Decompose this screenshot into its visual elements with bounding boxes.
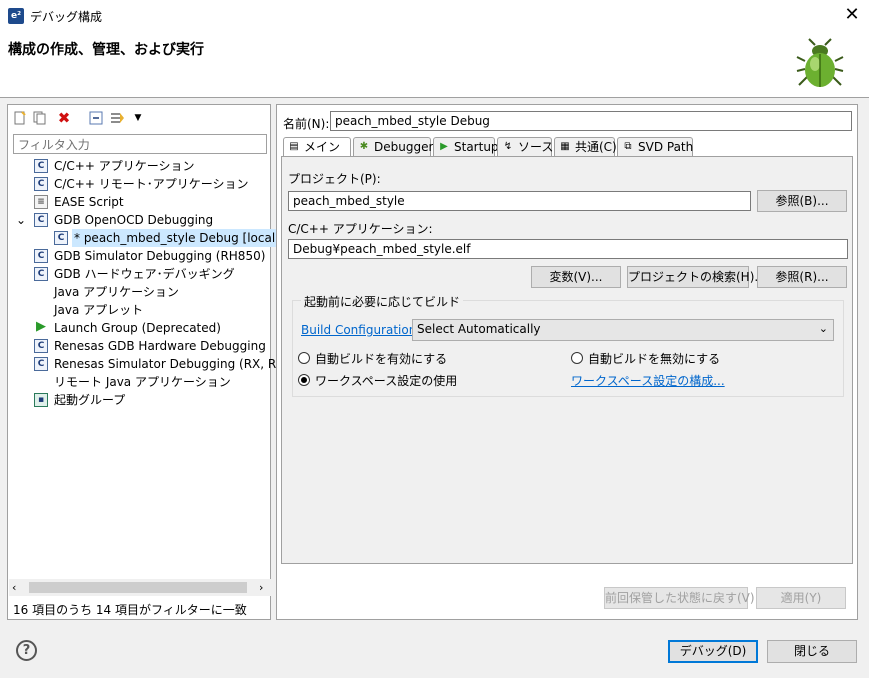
radio-use-workspace[interactable] xyxy=(298,374,310,386)
tab-label: 共通(C) xyxy=(575,140,617,154)
close-window-button[interactable]: ✕ xyxy=(838,2,866,28)
name-field[interactable]: peach_mbed_style Debug xyxy=(330,111,852,131)
tab-bar: ▤ メイン ✱ Debugger ▶ Startup ↯ ソース ▦ 共通(C)… xyxy=(281,137,853,158)
radio-disable-label: 自動ビルドを無効にする xyxy=(588,352,721,366)
tab-startup[interactable]: ▶ Startup xyxy=(433,137,499,157)
c-remote-icon: C xyxy=(34,177,48,191)
tab-label: Debugger xyxy=(374,140,434,154)
bug-tab-icon: ✱ xyxy=(359,141,369,152)
delete-icon[interactable]: ✖ xyxy=(56,109,72,127)
tab-label: メイン xyxy=(304,140,341,154)
duplicate-icon[interactable] xyxy=(32,110,48,126)
main-tab-icon: ▤ xyxy=(289,141,299,152)
radio-disable-autobuild[interactable] xyxy=(571,352,583,364)
bug-icon xyxy=(796,38,844,87)
search-project-button[interactable]: プロジェクトの検索(H)... xyxy=(627,266,766,288)
play-icon: ▶ xyxy=(440,141,448,152)
title-bar: e² デバッグ構成 ✕ xyxy=(0,0,869,31)
tab-debugger[interactable]: ✱ Debugger xyxy=(353,137,434,157)
config-editor-panel: 名前(N): peach_mbed_style Debug ▤ メイン ✱ De… xyxy=(276,104,858,620)
c-hw-icon: C xyxy=(34,339,48,353)
config-list-panel: ✖ ▼ フィルタ入力 C C/C++ アプリケーション C C/C++ リモート… xyxy=(7,104,303,620)
debug-button[interactable]: デバッグ(D) xyxy=(668,640,758,663)
dialog-banner: 構成の作成、管理、および実行 xyxy=(0,31,869,98)
config-tree: C C/C++ アプリケーション C C/C++ リモート･アプリケーション ≡… xyxy=(8,157,303,577)
help-icon[interactable]: ? xyxy=(16,640,37,661)
main-tab-content: プロジェクト(P): peach_mbed_style 参照(B)... C/C… xyxy=(281,156,853,564)
launch-group2-icon: ▪ xyxy=(34,393,48,407)
filter-status: 16 項目のうち 14 項目がフィルターに一致 xyxy=(13,603,247,617)
script-icon: ≡ xyxy=(34,195,48,209)
filter-icon[interactable] xyxy=(110,110,126,126)
name-label: 名前(N): xyxy=(283,117,330,131)
tree-item-label: * peach_mbed_style Debug [local] xyxy=(72,229,282,247)
c-sim-icon: C xyxy=(34,357,48,371)
scroll-left-icon[interactable]: ‹ xyxy=(12,581,16,594)
radio-enable-label: 自動ビルドを有効にする xyxy=(315,352,448,366)
tree-item-label: C/C++ アプリケーション xyxy=(54,159,195,173)
window-title: デバッグ構成 xyxy=(30,10,103,24)
c-sim-icon: C xyxy=(34,249,48,263)
svd-icon: ⧉ xyxy=(624,141,632,152)
app-icon: e² xyxy=(8,8,24,24)
browse-app-button[interactable]: 参照(R)... xyxy=(757,266,847,288)
tab-common[interactable]: ▦ 共通(C) xyxy=(554,137,617,157)
tab-source[interactable]: ↯ ソース xyxy=(497,137,554,157)
tree-item-label: Renesas Simulator Debugging (RX, RL78) xyxy=(54,357,303,371)
tree-item-label: GDB OpenOCD Debugging xyxy=(54,213,214,227)
build-group-title: 起動前に必要に応じてビルド xyxy=(301,293,464,310)
tree-item-label: Java アプリケーション xyxy=(54,285,179,299)
launch-group-icon: ▶ xyxy=(36,319,46,334)
new-config-icon[interactable] xyxy=(12,110,28,126)
radio-enable-autobuild[interactable] xyxy=(298,352,310,364)
c-app-icon: C xyxy=(34,159,48,173)
chevron-down-icon: ⌄ xyxy=(818,322,828,335)
source-icon: ↯ xyxy=(503,141,513,152)
c-app-icon: C xyxy=(34,213,48,227)
project-label: プロジェクト(P): xyxy=(288,172,381,186)
collapse-all-icon[interactable] xyxy=(88,110,104,126)
c-app-icon: C xyxy=(54,231,68,245)
app-field[interactable]: Debug¥peach_mbed_style.elf xyxy=(288,239,848,259)
tree-item-label: リモート Java アプリケーション xyxy=(54,375,231,389)
scroll-right-icon[interactable]: › xyxy=(259,581,263,594)
filter-menu-chevron-down-icon[interactable]: ▼ xyxy=(130,110,146,126)
tree-item-label: EASE Script xyxy=(54,195,124,209)
app-label: C/C++ アプリケーション: xyxy=(288,222,433,236)
common-icon: ▦ xyxy=(560,141,570,152)
build-group: 起動前に必要に応じてビルド Build Configuration: Selec… xyxy=(292,293,844,397)
build-config-value: Select Automatically xyxy=(417,322,541,336)
tree-item-label: Java アプレット xyxy=(54,303,144,317)
tab-svd-path[interactable]: ⧉ SVD Path xyxy=(617,137,693,157)
apply-button[interactable]: 適用(Y) xyxy=(756,587,846,609)
revert-button[interactable]: 前回保管した状態に戻す(V) xyxy=(604,587,755,609)
tab-label: Startup xyxy=(454,140,499,154)
tab-label: ソース xyxy=(518,140,554,154)
tree-item-label: C/C++ リモート･アプリケーション xyxy=(54,177,249,191)
workspace-settings-link[interactable]: ワークスペース設定の構成... xyxy=(571,372,725,389)
build-config-select[interactable]: Select Automatically ⌄ xyxy=(412,319,834,341)
c-hw-icon: C xyxy=(34,267,48,281)
filter-input[interactable]: フィルタ入力 xyxy=(13,134,267,154)
variables-button[interactable]: 変数(V)... xyxy=(531,266,621,288)
radio-workspace-label: ワークスペース設定の使用 xyxy=(315,374,458,388)
tree-item-label: 起動グループ xyxy=(54,393,126,407)
tree-item-label: Renesas GDB Hardware Debugging xyxy=(54,339,266,353)
chevron-down-icon[interactable]: ⌄ xyxy=(16,211,26,229)
close-button[interactable]: 閉じる xyxy=(767,640,857,663)
tree-item-label: GDB Simulator Debugging (RH850) xyxy=(54,249,266,263)
browse-project-button[interactable]: 参照(B)... xyxy=(757,190,847,212)
banner-title: 構成の作成、管理、および実行 xyxy=(8,42,204,58)
build-config-link[interactable]: Build Configuration: xyxy=(301,323,420,337)
tab-main[interactable]: ▤ メイン xyxy=(283,137,351,158)
project-field[interactable]: peach_mbed_style xyxy=(288,191,751,211)
scrollbar-thumb[interactable] xyxy=(29,582,247,593)
horizontal-scrollbar[interactable]: ‹ › xyxy=(9,579,271,596)
tree-item-label: GDB ハードウェア･デバッギング xyxy=(54,267,235,281)
tree-item-label: Launch Group (Deprecated) xyxy=(54,321,221,335)
tab-label: SVD Path xyxy=(638,140,694,154)
